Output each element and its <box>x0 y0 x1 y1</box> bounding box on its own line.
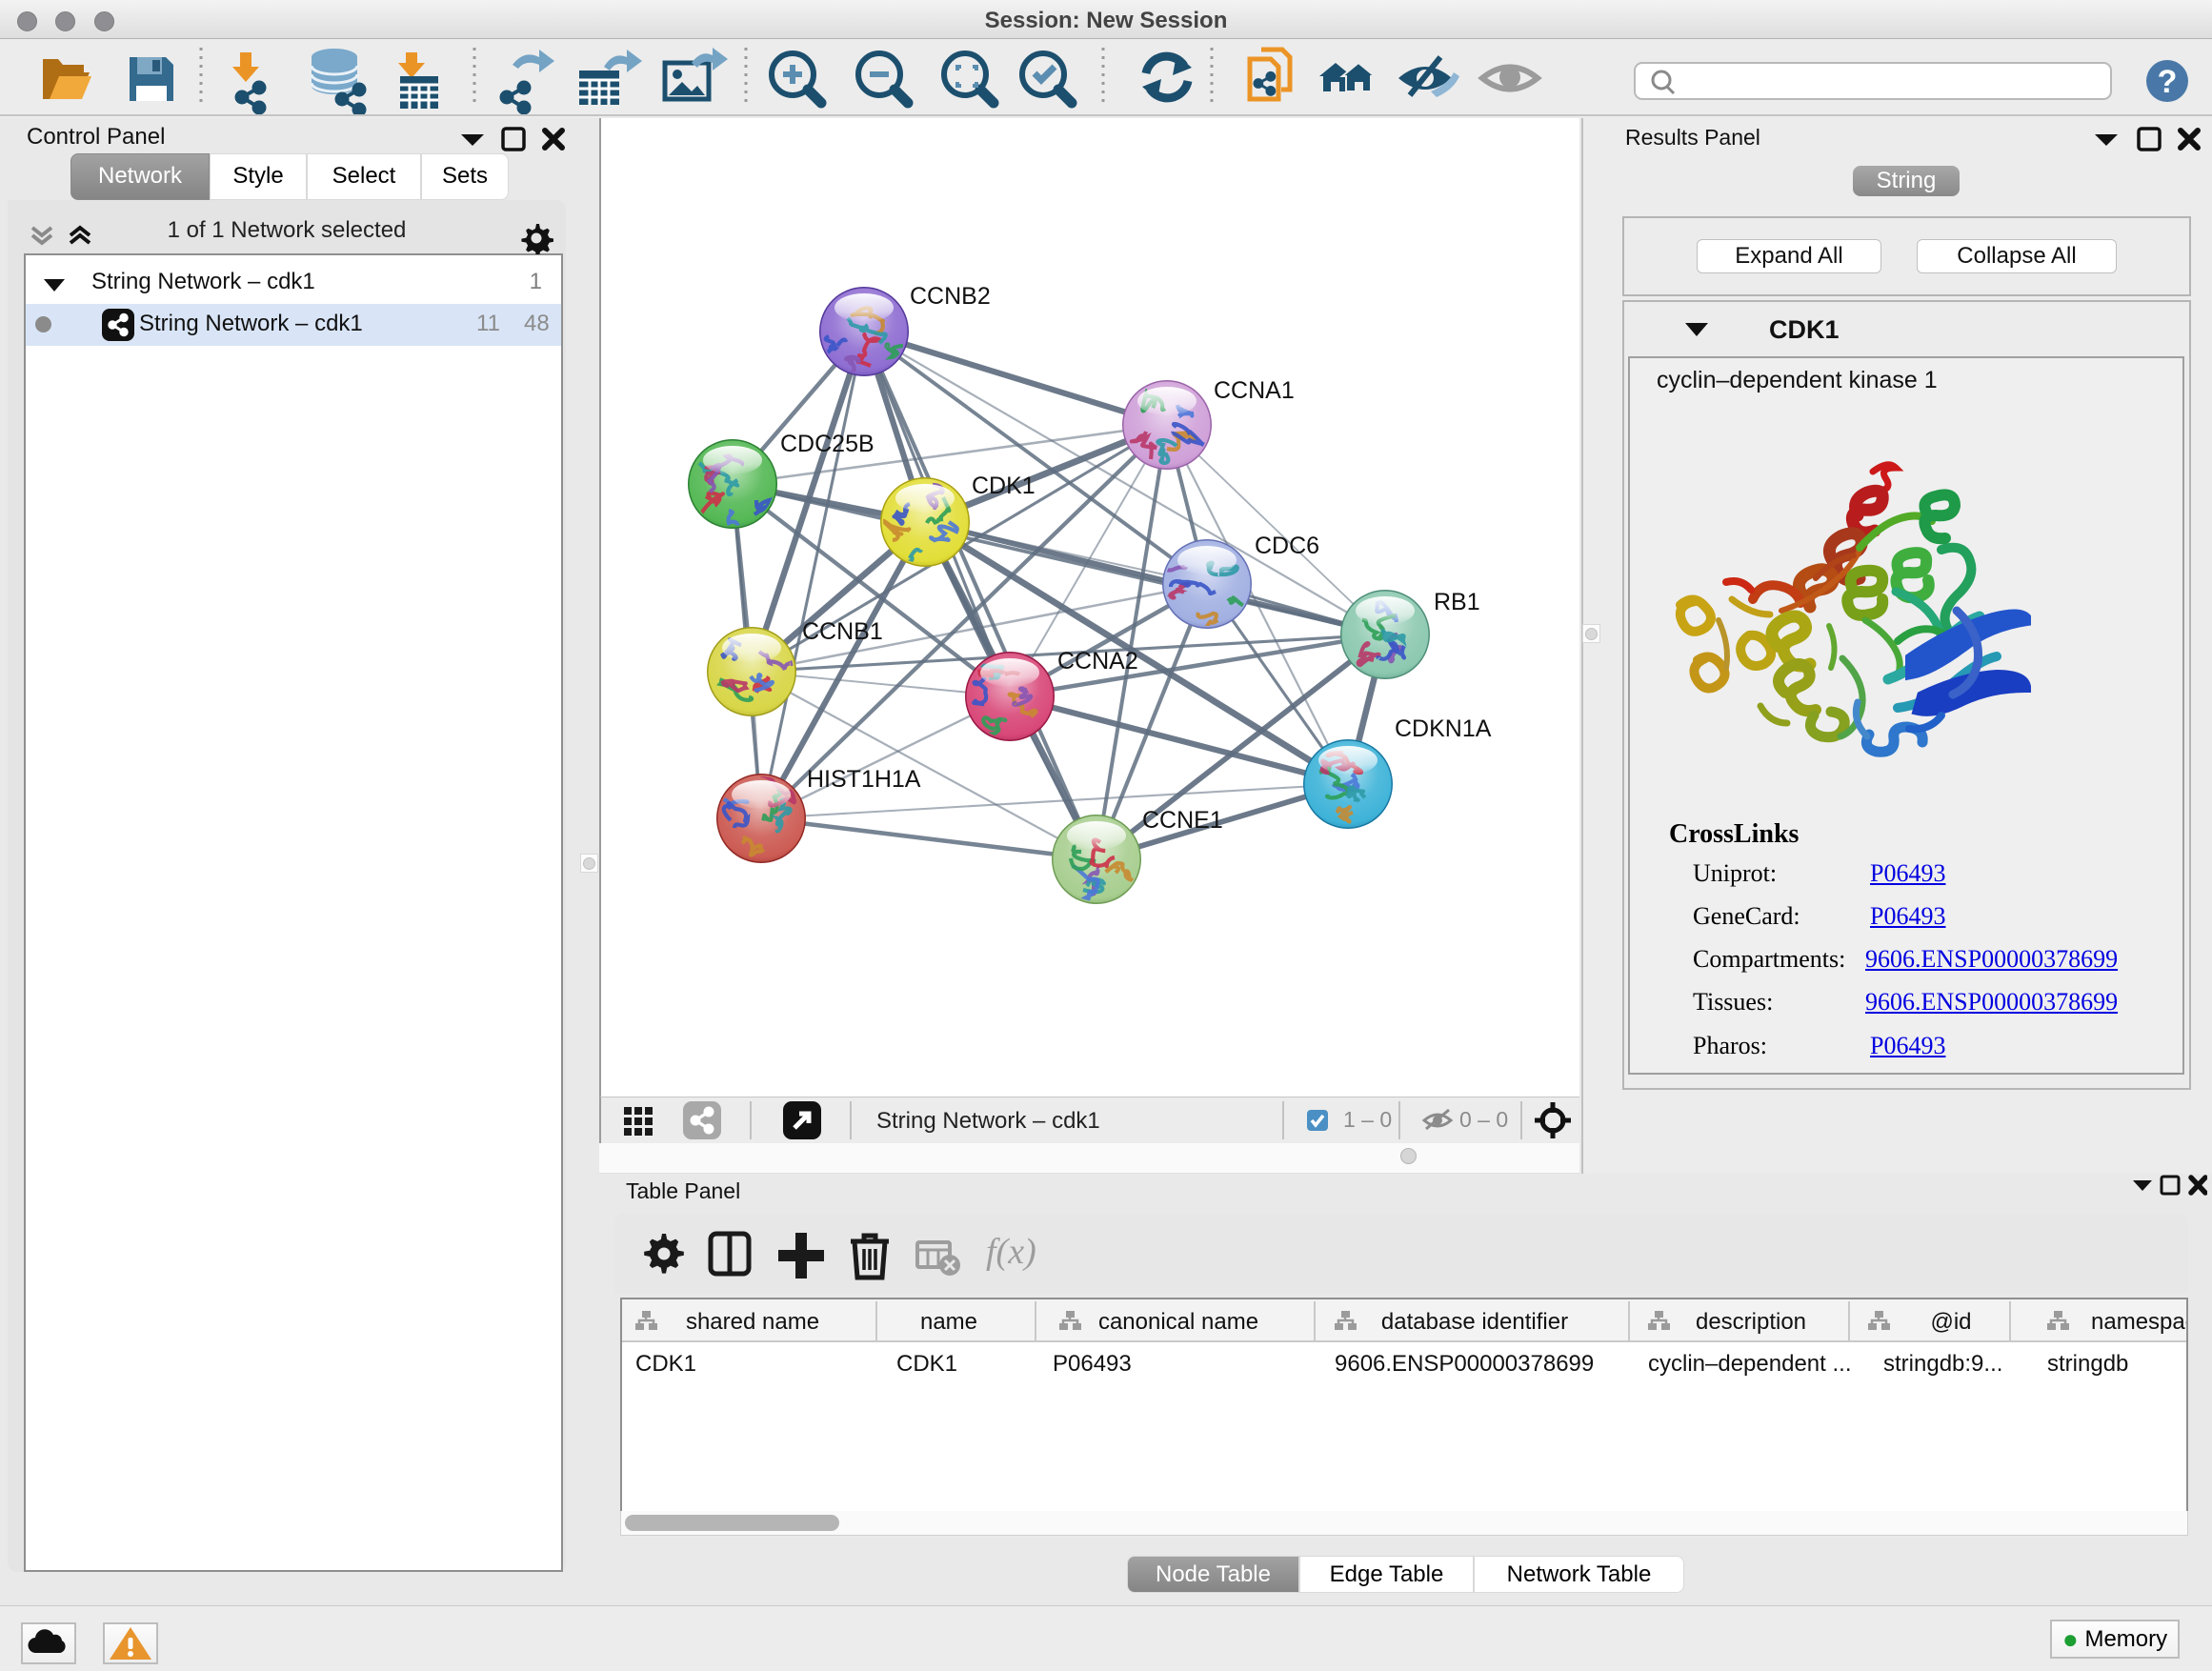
svg-text:description: description <box>1696 1309 1806 1335</box>
svg-text:1 – 0: 1 – 0 <box>1343 1107 1392 1132</box>
svg-text:stringdb:9...: stringdb:9... <box>1883 1351 2002 1377</box>
svg-text:9606.ENSP00000378699: 9606.ENSP00000378699 <box>1335 1351 1594 1377</box>
svg-text:name: name <box>920 1309 977 1335</box>
svg-text:CDC25B: CDC25B <box>780 431 875 457</box>
svg-text:canonical name: canonical name <box>1098 1309 1258 1335</box>
svg-text:CCNE1: CCNE1 <box>1142 807 1223 834</box>
svg-text:CCNA1: CCNA1 <box>1214 377 1295 404</box>
svg-text:cyclin–dependent ...: cyclin–dependent ... <box>1648 1351 1851 1377</box>
svg-text:CDC6: CDC6 <box>1255 533 1319 559</box>
svg-text:CDK1: CDK1 <box>972 473 1036 499</box>
svg-text:database identifier: database identifier <box>1381 1309 1568 1335</box>
svg-text:RB1: RB1 <box>1434 589 1480 615</box>
svg-text:CCNB1: CCNB1 <box>802 618 883 645</box>
svg-text:String Network – cdk1: String Network – cdk1 <box>876 1108 1100 1134</box>
svg-text:CDKN1A: CDKN1A <box>1395 715 1492 742</box>
svg-text:CDK1: CDK1 <box>896 1351 957 1377</box>
svg-text:CDK1: CDK1 <box>635 1351 696 1377</box>
svg-text:namespace: namespace <box>2091 1309 2186 1335</box>
svg-text:HIST1H1A: HIST1H1A <box>807 766 921 793</box>
svg-text:P06493: P06493 <box>1053 1351 1132 1377</box>
svg-text:stringdb: stringdb <box>2047 1351 2128 1377</box>
svg-text:@id: @id <box>1930 1309 1971 1335</box>
svg-text:shared name: shared name <box>686 1309 819 1335</box>
svg-text:?: ? <box>2158 64 2178 100</box>
svg-text:0 – 0: 0 – 0 <box>1459 1107 1508 1132</box>
svg-text:CCNA2: CCNA2 <box>1057 648 1138 674</box>
svg-text:f(x): f(x) <box>986 1232 1036 1272</box>
svg-text:CCNB2: CCNB2 <box>910 283 991 310</box>
